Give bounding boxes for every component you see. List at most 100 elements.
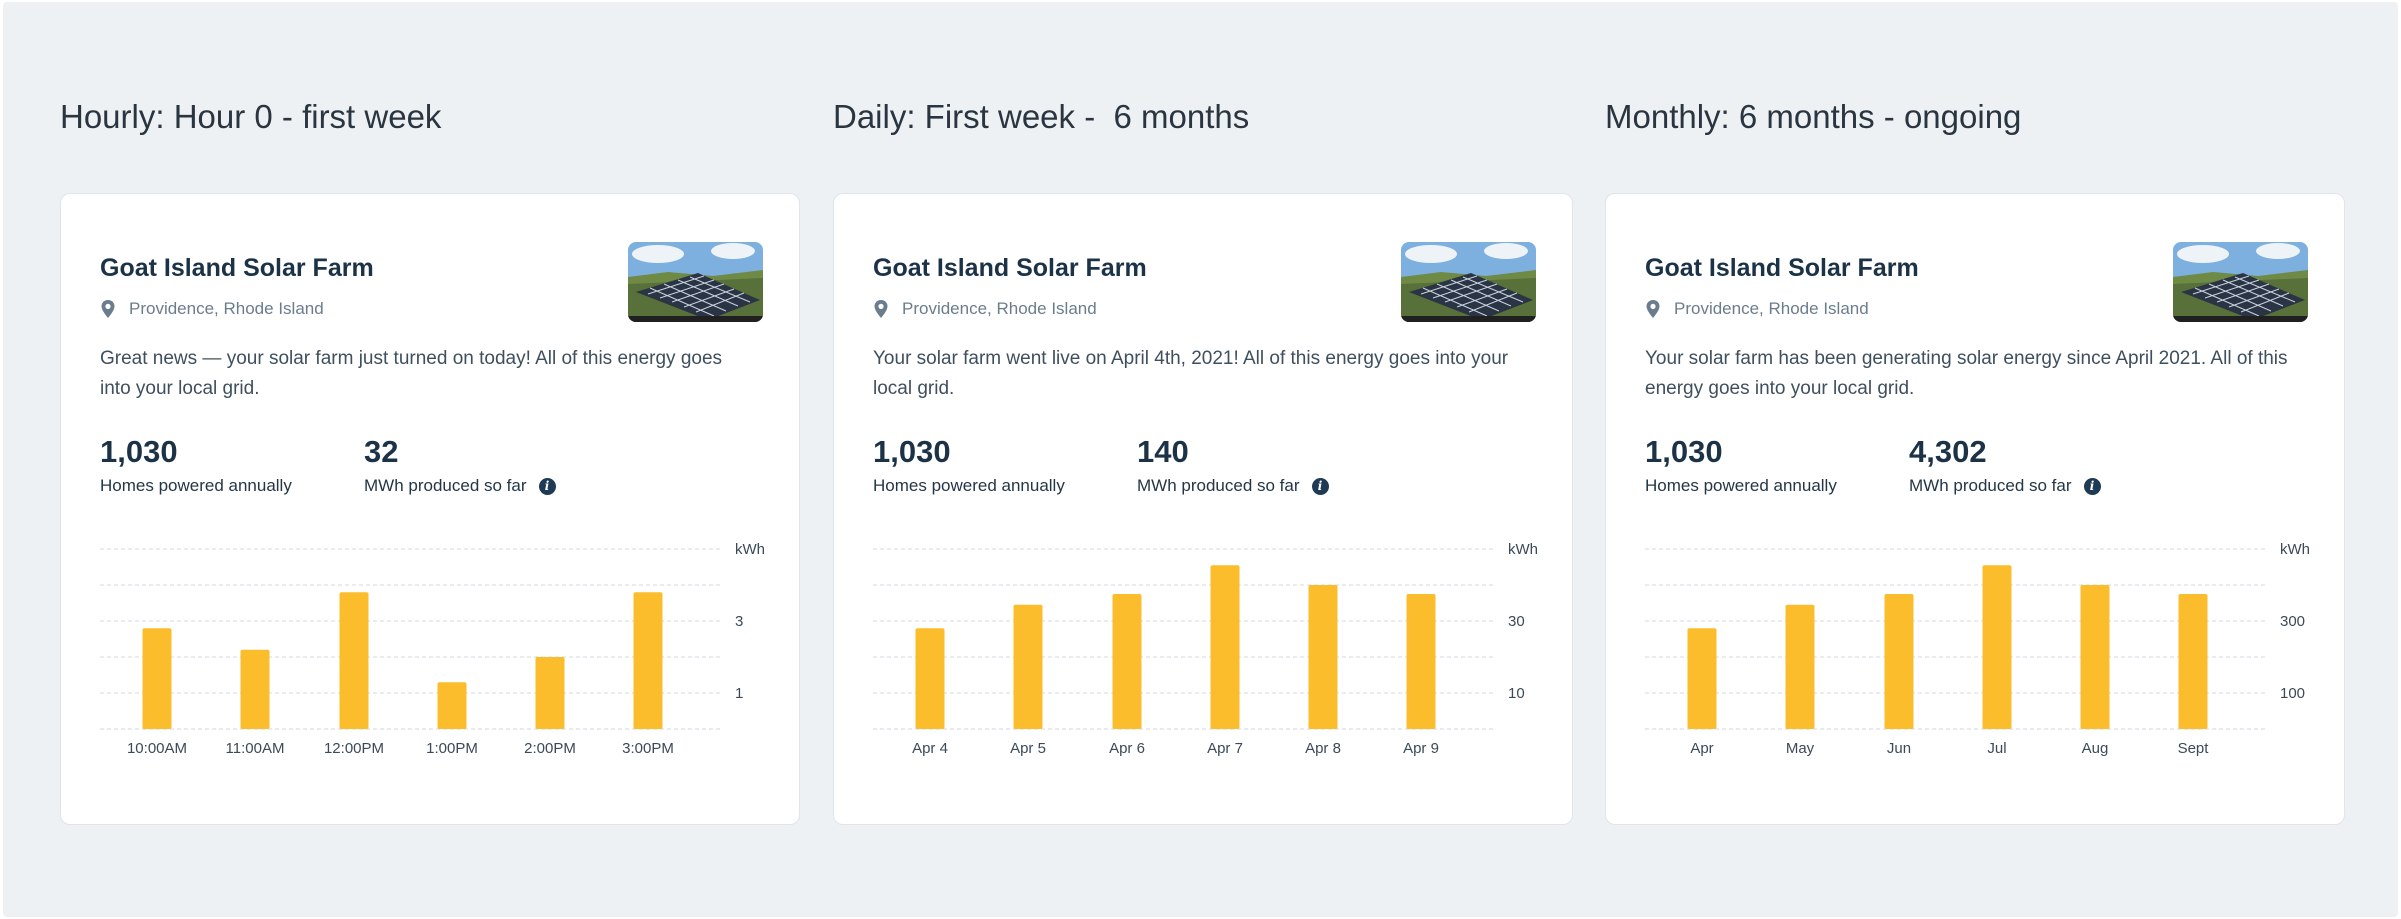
x-tick-label: Jul xyxy=(1987,740,2006,757)
x-tick-label: 3:00PM xyxy=(622,740,674,757)
y-tick-label: 3 xyxy=(735,613,743,630)
solar-farm-card[interactable]: Goat Island Solar Farm Providence, Rhode… xyxy=(833,193,1573,825)
x-tick-label: Apr 8 xyxy=(1305,740,1341,757)
bar[interactable] xyxy=(1406,594,1436,729)
stat-value: 140 xyxy=(1137,434,1189,469)
location-text: Providence, Rhode Island xyxy=(902,299,1097,318)
bar[interactable] xyxy=(1013,604,1043,729)
x-tick-label: 1:00PM xyxy=(426,740,478,757)
column-heading: Daily: First week - 6 months xyxy=(833,98,1250,135)
farm-name: Goat Island Solar Farm xyxy=(100,254,374,282)
farm-location: Providence, Rhode Island xyxy=(1645,299,1869,319)
bar[interactable] xyxy=(437,682,467,729)
bar[interactable] xyxy=(1884,594,1914,729)
x-tick-label: Apr xyxy=(1690,740,1713,757)
bar[interactable] xyxy=(1210,565,1240,729)
farm-name: Goat Island Solar Farm xyxy=(1645,254,1919,282)
solar-farm-card[interactable]: Goat Island Solar Farm Providence, Rhode… xyxy=(1605,193,2345,825)
energy-bar-chart: kWh 1 3 10:00AM 11:00AM 12:00PM 1:00PM 2:00PM 3:… xyxy=(100,524,765,784)
x-tick-label: Apr 4 xyxy=(912,740,948,757)
bar[interactable] xyxy=(2080,585,2110,729)
x-tick-label: Apr 5 xyxy=(1010,740,1046,757)
bar[interactable] xyxy=(1687,628,1717,729)
x-tick-label: 10:00AM xyxy=(127,740,187,757)
solar-panel-photo xyxy=(2173,242,2308,322)
x-tick-label: Aug xyxy=(2082,740,2109,757)
column-heading: Monthly: 6 months - ongoing xyxy=(1605,98,2022,135)
energy-bar-chart: kWh 10 30 Apr 4 Apr 5 Apr 6 Apr 7 Apr 8 Apr 9 xyxy=(873,524,1538,784)
stat-value: 32 xyxy=(364,434,399,469)
solar-panel-photo xyxy=(1401,242,1536,322)
card-description: Great news — your solar farm just turned… xyxy=(100,348,723,399)
x-tick-label: 2:00PM xyxy=(524,740,576,757)
stat-label-text: MWh produced so far xyxy=(364,476,527,495)
card-description: Your solar farm went live on April 4th, … xyxy=(873,348,1509,399)
chart-svg: kWh 1 3 10:00AM 11:00AM 12:00PM 1:00PM 2:00PM 3:… xyxy=(100,541,765,757)
stat-homes: 1,030 Homes powered annually xyxy=(1645,432,1837,496)
x-tick-label: 12:00PM xyxy=(324,740,384,757)
bar[interactable] xyxy=(633,592,663,729)
bar[interactable] xyxy=(915,628,945,729)
y-tick-label: 100 xyxy=(2280,685,2305,702)
y-tick-label: 1 xyxy=(735,685,743,702)
x-tick-label: May xyxy=(1786,740,1815,757)
page-background: Hourly: Hour 0 - first week Goat Island … xyxy=(3,2,2398,917)
stat-label-text: Homes powered annually xyxy=(1645,476,1837,495)
farm-location: Providence, Rhode Island xyxy=(873,299,1097,319)
y-axis-unit-label: kWh xyxy=(2280,541,2310,558)
stat-label-text: MWh produced so far xyxy=(1137,476,1300,495)
card-description: Your solar farm has been generating sola… xyxy=(1645,348,2288,399)
stat-label-text: Homes powered annually xyxy=(100,476,292,495)
stat-label: MWh produced so far i xyxy=(1137,476,1329,496)
solar-panel-photo xyxy=(628,242,763,322)
bar[interactable] xyxy=(535,657,565,729)
bar[interactable] xyxy=(240,649,270,729)
map-pin-icon xyxy=(873,299,889,319)
stat-label: Homes powered annually xyxy=(873,476,1065,496)
info-icon[interactable]: i xyxy=(2083,477,2101,495)
x-tick-label: Apr 9 xyxy=(1403,740,1439,757)
y-axis-unit-label: kWh xyxy=(1508,541,1538,558)
bar[interactable] xyxy=(1112,594,1142,729)
stat-homes: 1,030 Homes powered annually xyxy=(873,432,1065,496)
stat-value: 1,030 xyxy=(100,434,178,469)
stat-label: Homes powered annually xyxy=(1645,476,1837,496)
x-tick-label: Sept xyxy=(2178,740,2210,757)
y-tick-label: 300 xyxy=(2280,613,2305,630)
stat-label: Homes powered annually xyxy=(100,476,292,496)
stat-mwh: 4,302 MWh produced so far i xyxy=(1909,432,2101,496)
bar[interactable] xyxy=(339,592,369,729)
bar[interactable] xyxy=(2178,594,2208,729)
bar[interactable] xyxy=(1308,585,1338,729)
x-tick-label: Apr 6 xyxy=(1109,740,1145,757)
chart-svg: kWh 10 30 Apr 4 Apr 5 Apr 6 Apr 7 Apr 8 Apr 9 xyxy=(873,541,1538,757)
y-tick-label: 10 xyxy=(1508,685,1525,702)
farm-location: Providence, Rhode Island xyxy=(100,299,324,319)
location-text: Providence, Rhode Island xyxy=(129,299,324,318)
stat-label: MWh produced so far i xyxy=(364,476,556,496)
farm-name: Goat Island Solar Farm xyxy=(873,254,1147,282)
info-icon[interactable]: i xyxy=(1311,477,1329,495)
chart-svg: kWh 100 300 Apr May Jun Jul Aug Sept xyxy=(1645,541,2310,757)
x-tick-label: Apr 7 xyxy=(1207,740,1243,757)
x-tick-label: Jun xyxy=(1887,740,1911,757)
bar[interactable] xyxy=(1785,604,1815,729)
energy-bar-chart: kWh 100 300 Apr May Jun Jul Aug Sept xyxy=(1645,524,2310,784)
x-tick-label: 11:00AM xyxy=(226,740,285,757)
stat-mwh: 140 MWh produced so far i xyxy=(1137,432,1329,496)
stat-value: 1,030 xyxy=(1645,434,1723,469)
stat-value: 1,030 xyxy=(873,434,951,469)
stat-label-text: Homes powered annually xyxy=(873,476,1065,495)
map-pin-icon xyxy=(1645,299,1661,319)
bar[interactable] xyxy=(142,628,172,729)
map-pin-icon xyxy=(100,299,116,319)
location-text: Providence, Rhode Island xyxy=(1674,299,1869,318)
stat-value: 4,302 xyxy=(1909,434,1987,469)
stat-label: MWh produced so far i xyxy=(1909,476,2101,496)
column-heading: Hourly: Hour 0 - first week xyxy=(60,98,442,135)
y-axis-unit-label: kWh xyxy=(735,541,765,558)
solar-farm-card[interactable]: Goat Island Solar Farm Providence, Rhode… xyxy=(60,193,800,825)
y-tick-label: 30 xyxy=(1508,613,1525,630)
info-icon[interactable]: i xyxy=(538,477,556,495)
bar[interactable] xyxy=(1982,565,2012,729)
